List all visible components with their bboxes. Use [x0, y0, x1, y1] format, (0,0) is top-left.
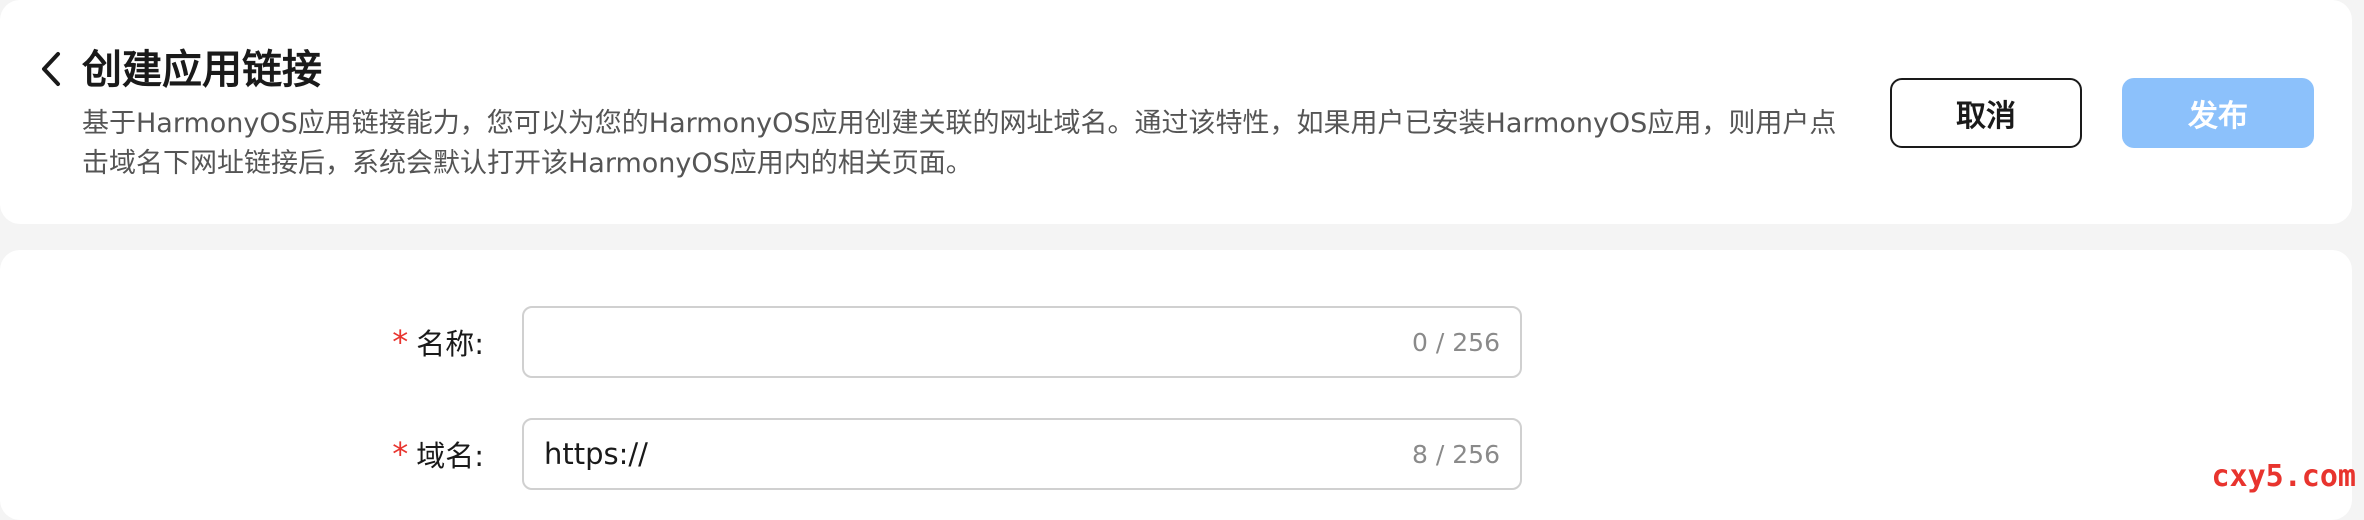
- name-label-text: 名称:: [416, 321, 484, 363]
- chevron-left-icon: [36, 46, 68, 92]
- name-label: * 名称:: [392, 306, 484, 378]
- domain-label: * 域名:: [392, 418, 484, 490]
- publish-button[interactable]: 发布: [2122, 78, 2314, 148]
- cancel-button[interactable]: 取消: [1890, 78, 2082, 148]
- back-button[interactable]: [36, 46, 68, 92]
- form-card: * 名称: 0 / 256 * 域名: 8 / 256: [0, 250, 2352, 520]
- name-input[interactable]: [544, 308, 1364, 376]
- name-char-counter: 0 / 256: [1412, 308, 1500, 376]
- name-form-row: * 名称: 0 / 256: [0, 306, 2352, 378]
- domain-field[interactable]: 8 / 256: [522, 418, 1522, 490]
- required-mark: *: [392, 435, 408, 473]
- domain-label-text: 域名:: [416, 433, 484, 475]
- page-description: 基于HarmonyOS应用链接能力，您可以为您的HarmonyOS应用创建关联的…: [82, 104, 1842, 184]
- domain-input[interactable]: [544, 420, 1364, 488]
- page-title: 创建应用链接: [82, 42, 322, 98]
- watermark: cxy5.com: [2212, 459, 2357, 494]
- domain-form-row: * 域名: 8 / 256: [0, 418, 2352, 490]
- required-mark: *: [392, 323, 408, 361]
- name-field[interactable]: 0 / 256: [522, 306, 1522, 378]
- page-header: 创建应用链接 基于HarmonyOS应用链接能力，您可以为您的HarmonyOS…: [0, 0, 2352, 224]
- domain-char-counter: 8 / 256: [1412, 420, 1500, 488]
